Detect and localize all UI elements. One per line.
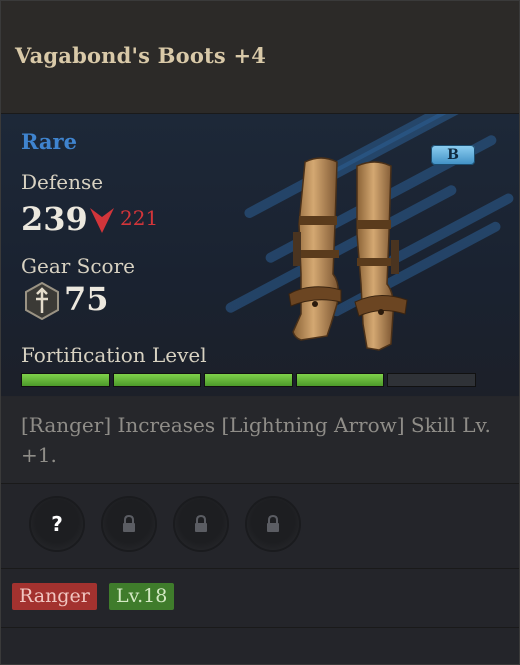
socket-slot[interactable] xyxy=(247,498,299,550)
gear-score-icon xyxy=(25,282,59,320)
gear-score-label: Gear Score xyxy=(21,254,135,278)
grade-badge: B xyxy=(431,145,475,165)
tooltip-header: Vagabond's Boots +4 xyxy=(1,1,519,114)
gear-score-value: 75 xyxy=(64,280,109,318)
item-rarity: Rare xyxy=(21,129,77,154)
defense-label: Defense xyxy=(21,170,104,194)
lock-icon xyxy=(123,515,135,532)
fortification-segment xyxy=(112,373,202,387)
item-name: Vagabond's Boots +4 xyxy=(15,43,267,68)
fortification-segment xyxy=(295,373,385,387)
class-tag: Ranger xyxy=(12,583,97,610)
tooltip-footer xyxy=(1,628,519,664)
item-effect-section: [Ranger] Increases [Lightning Arrow] Ski… xyxy=(1,397,519,484)
defense-compare-value: 221 xyxy=(120,206,159,230)
lock-icon xyxy=(195,515,207,532)
fortification-segment xyxy=(387,373,476,387)
item-effect-text: [Ranger] Increases [Lightning Arrow] Ski… xyxy=(21,413,491,467)
fortification-segment xyxy=(21,373,110,387)
lock-icon xyxy=(267,515,279,532)
socket-slot[interactable] xyxy=(175,498,227,550)
question-icon: ? xyxy=(51,512,63,536)
decrease-arrow-icon xyxy=(90,208,114,233)
item-stats-section: Rare B Defense 239 221 Gear Score 75 For… xyxy=(1,114,519,396)
fortification-label: Fortification Level xyxy=(21,343,207,367)
defense-value: 239 xyxy=(21,200,88,238)
item-tooltip: Vagabond's Boots +4 Rare B Defense 239 2… xyxy=(0,0,520,665)
socket-row: ? xyxy=(1,484,519,569)
boots-image xyxy=(288,157,408,351)
socket-slot[interactable]: ? xyxy=(31,498,83,550)
socket-slot[interactable] xyxy=(103,498,155,550)
fortification-segment xyxy=(204,373,293,387)
level-tag: Lv.18 xyxy=(109,583,175,610)
requirement-tags: Ranger Lv.18 xyxy=(1,569,519,628)
fortification-bar xyxy=(21,373,476,387)
